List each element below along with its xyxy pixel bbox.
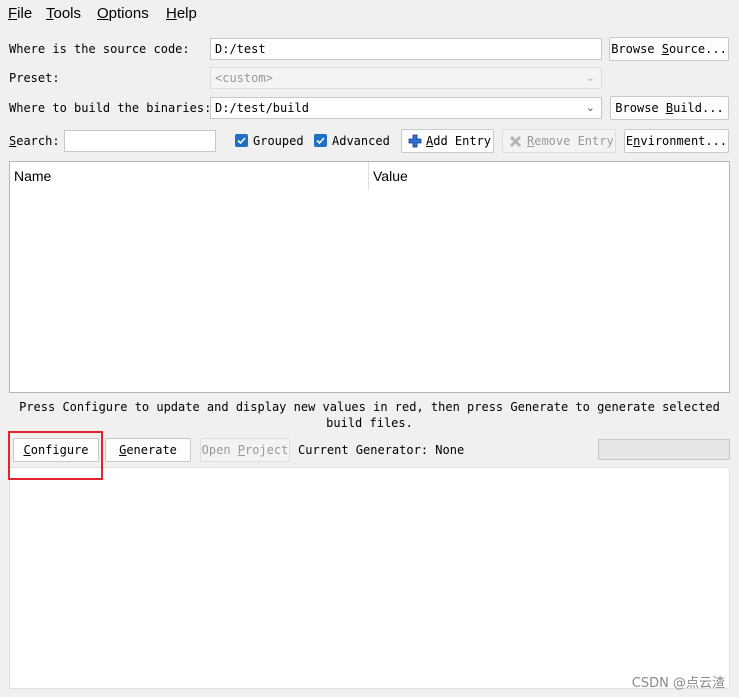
check-icon xyxy=(237,137,246,145)
current-generator-label: Current Generator: None xyxy=(298,443,465,457)
source-value: D:/test xyxy=(215,42,266,56)
preset-value: <custom> xyxy=(215,71,273,85)
chevron-down-icon: ⌄ xyxy=(585,101,595,114)
menu-options[interactable]: Options xyxy=(97,5,149,22)
column-header-name[interactable]: Name xyxy=(10,162,51,190)
source-input[interactable]: D:/test xyxy=(210,38,602,60)
browse-source-button[interactable]: Browse Source... xyxy=(609,37,729,61)
build-label: Where to build the binaries: xyxy=(9,101,212,115)
table-header: Name Value xyxy=(10,162,729,190)
grouped-checkbox[interactable] xyxy=(235,134,248,147)
check-icon xyxy=(316,137,325,145)
output-log[interactable] xyxy=(9,467,730,689)
menu-file[interactable]: File xyxy=(8,5,32,22)
search-input[interactable] xyxy=(64,130,216,152)
chevron-down-icon: ⌄ xyxy=(585,71,595,84)
preset-label: Preset: xyxy=(9,71,60,85)
column-header-value[interactable]: Value xyxy=(369,162,408,190)
source-label: Where is the source code: xyxy=(9,42,190,56)
search-label: Search: xyxy=(9,134,60,148)
add-entry-button[interactable]: Add Entry xyxy=(401,129,494,153)
progress-bar xyxy=(598,439,730,460)
environment-button[interactable]: Environment... xyxy=(624,129,729,153)
browse-build-button[interactable]: Browse Build... xyxy=(610,96,729,120)
configure-hint: Press Configure to update and display ne… xyxy=(19,400,720,430)
build-value: D:/test/build xyxy=(215,101,309,115)
cache-table[interactable]: Name Value xyxy=(9,161,730,393)
advanced-label: Advanced xyxy=(332,134,390,148)
plus-icon xyxy=(408,134,422,148)
advanced-checkbox[interactable] xyxy=(314,134,327,147)
remove-entry-button[interactable]: Remove Entry xyxy=(502,129,616,153)
menu-help[interactable]: Help xyxy=(166,5,197,22)
build-select[interactable]: D:/test/build ⌄ xyxy=(210,97,602,119)
watermark: CSDN @点云渣 xyxy=(631,676,725,691)
menu-bar: File Tools Options Help xyxy=(0,0,739,26)
grouped-label: Grouped xyxy=(253,134,304,148)
open-project-button[interactable]: Open Project xyxy=(200,438,290,462)
remove-icon xyxy=(509,135,522,148)
menu-tools[interactable]: Tools xyxy=(46,5,81,22)
preset-select[interactable]: <custom> ⌄ xyxy=(210,67,602,89)
generate-button[interactable]: Generate xyxy=(105,438,191,462)
annotation-highlight xyxy=(8,431,103,480)
